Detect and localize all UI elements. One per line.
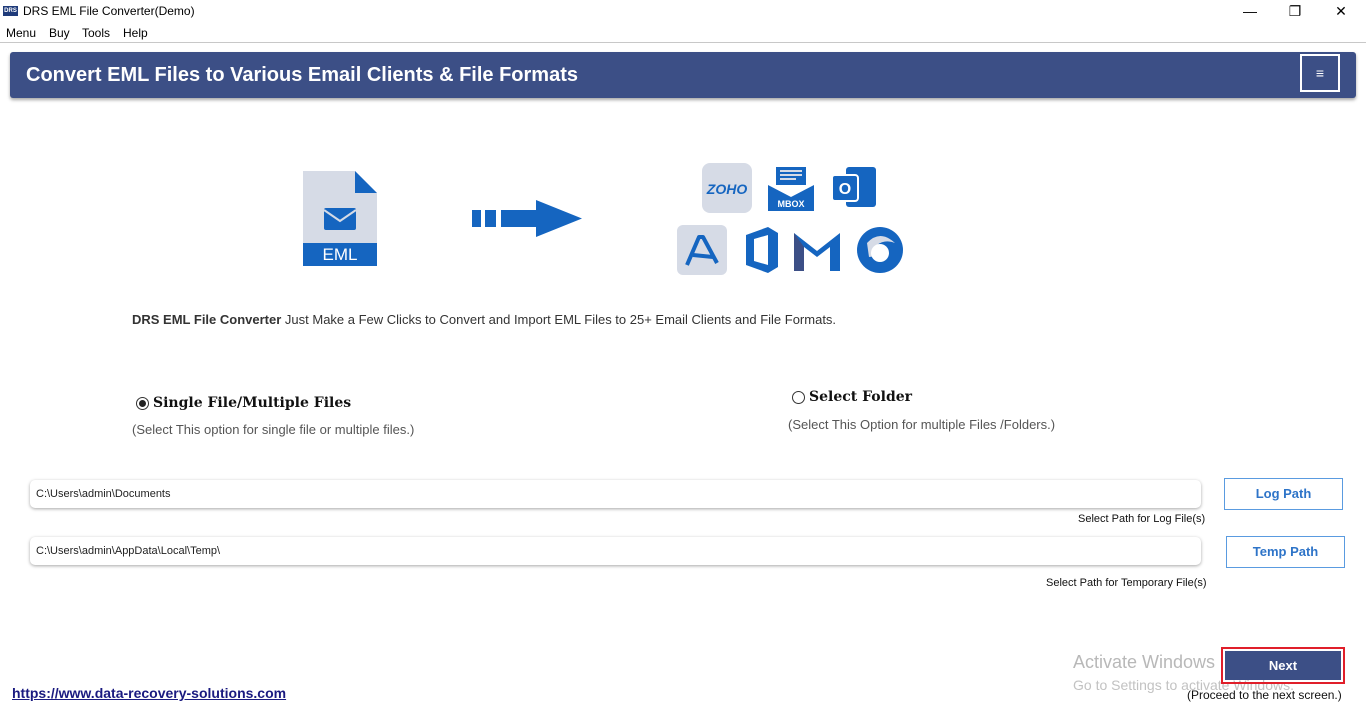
next-button-highlight: Next — [1221, 647, 1345, 684]
office365-icon — [746, 227, 778, 273]
svg-text:MBOX: MBOX — [778, 199, 805, 209]
restore-button[interactable]: ❐ — [1272, 0, 1318, 23]
activate-windows-watermark: Activate Windows — [1073, 652, 1216, 672]
menu-item-help[interactable]: Help — [123, 26, 148, 40]
arrow-right-icon — [472, 200, 582, 237]
product-description: DRS EML File Converter Just Make a Few C… — [132, 312, 836, 327]
select-folder-label: Select Folder — [809, 389, 913, 405]
gmail-icon — [794, 233, 840, 271]
log-path-field[interactable]: C:\Users\admin\Documents — [30, 480, 1201, 508]
svg-text:O: O — [839, 181, 851, 198]
mbox-icon: MBOX — [768, 167, 814, 211]
select-folder-option[interactable]: Select Folder — [792, 389, 912, 405]
app-logo-icon: DRS — [3, 6, 18, 16]
hamburger-menu-button[interactable]: ≡ — [1300, 54, 1340, 92]
window-title: DRS EML File Converter(Demo) — [23, 4, 195, 18]
website-link[interactable]: https://www.data-recovery-solutions.com — [12, 685, 286, 701]
single-files-radio[interactable] — [136, 396, 149, 410]
select-folder-radio[interactable] — [792, 390, 805, 404]
temp-path-caption: Select Path for Temporary File(s) — [1046, 577, 1207, 589]
close-button[interactable]: ✕ — [1318, 0, 1364, 23]
log-path-button[interactable]: Log Path — [1224, 478, 1343, 510]
outlook-icon: O — [831, 167, 876, 207]
eml-file-icon: EML — [303, 171, 377, 266]
single-files-hint: (Select This option for single file or m… — [132, 422, 415, 437]
next-hint: (Proceed to the next screen.) — [1187, 688, 1342, 702]
menu-item-menu[interactable]: Menu — [6, 26, 36, 40]
single-files-option[interactable]: Single File/Multiple Files — [136, 395, 351, 411]
product-name: DRS EML File Converter — [132, 312, 282, 327]
next-button[interactable]: Next — [1225, 651, 1341, 680]
thunderbird-icon — [857, 227, 903, 273]
svg-text:ZOHO: ZOHO — [706, 181, 748, 197]
zoho-icon: ZOHO — [702, 163, 752, 213]
minimize-button[interactable]: — — [1227, 0, 1273, 23]
menu-bar: Menu Buy Tools Help — [0, 24, 1366, 43]
temp-path-button[interactable]: Temp Path — [1226, 536, 1345, 568]
header-banner: Convert EML Files to Various Email Clien… — [10, 52, 1356, 98]
description-text: Just Make a Few Clicks to Convert and Im… — [281, 312, 837, 327]
pdf-icon — [677, 225, 727, 275]
menu-item-tools[interactable]: Tools — [82, 26, 110, 40]
single-files-label: Single File/Multiple Files — [153, 395, 352, 411]
select-folder-hint: (Select This Option for multiple Files /… — [788, 417, 1056, 432]
eml-label: EML — [323, 245, 358, 264]
page-title: Convert EML Files to Various Email Clien… — [26, 64, 578, 86]
log-path-caption: Select Path for Log File(s) — [1078, 513, 1206, 525]
temp-path-field[interactable]: C:\Users\admin\AppData\Local\Temp\ — [30, 537, 1201, 565]
title-bar: DRS DRS EML File Converter(Demo) — ❐ ✕ — [0, 0, 1366, 23]
menu-item-buy[interactable]: Buy — [49, 26, 70, 40]
